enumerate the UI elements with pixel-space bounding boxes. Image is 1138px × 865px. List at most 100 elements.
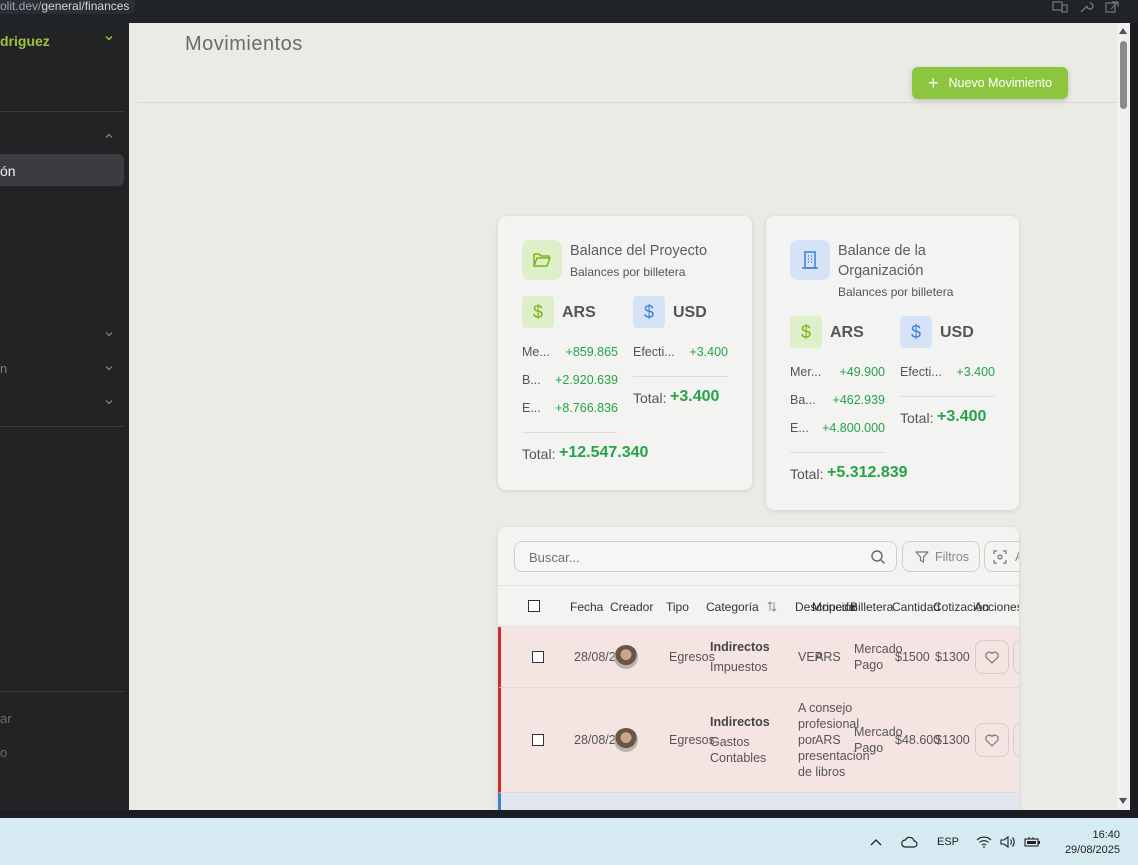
row-checkbox[interactable]	[532, 734, 544, 746]
column-header[interactable]: Tipo	[666, 600, 689, 614]
card-title: Balance de la Organización	[838, 243, 926, 279]
language-indicator[interactable]: ESP	[937, 818, 959, 865]
category-cell: Indirectos	[710, 715, 770, 729]
tray-overflow-button[interactable]	[870, 818, 882, 865]
wrench-icon[interactable]	[1078, 0, 1094, 13]
dollar-icon: $	[522, 296, 554, 328]
external-link-icon[interactable]	[1104, 0, 1120, 13]
favorite-button[interactable]	[975, 640, 1009, 674]
new-movement-button[interactable]: + Nuevo Movimiento	[912, 67, 1068, 99]
sidebar-item-label: ón	[0, 163, 16, 179]
chevron-down-icon[interactable]	[104, 397, 114, 407]
battery-icon[interactable]	[1024, 818, 1042, 865]
total-value: +12.547.340	[559, 444, 649, 461]
scan-button[interactable]: A	[984, 541, 1019, 572]
wallet-name: Efecti...	[900, 365, 942, 379]
table-row[interactable]	[498, 793, 1019, 810]
wallet-value: +859.865	[565, 345, 618, 359]
total-value: +3.400	[937, 408, 987, 425]
card-divider	[790, 452, 885, 453]
chevron-down-icon[interactable]	[104, 33, 114, 43]
wallet-value: +49.900	[839, 365, 885, 379]
wallet-name: E...	[522, 401, 541, 415]
avatar	[614, 728, 638, 752]
sidebar: driguez ón n ar o	[0, 23, 129, 810]
amount-cell: $48.600	[895, 733, 941, 747]
wallet-value: +8.766.836	[555, 401, 618, 415]
filters-button[interactable]: Filtros	[902, 541, 980, 572]
category-cell: Indirectos	[710, 640, 770, 654]
sidebar-divider	[0, 111, 124, 112]
cloud-icon[interactable]	[900, 818, 918, 865]
scrollbar-thumb[interactable]	[1120, 41, 1127, 109]
chevron-down-icon[interactable]	[104, 329, 114, 339]
column-header[interactable]: Fecha	[570, 600, 603, 614]
row-checkbox[interactable]	[532, 651, 544, 663]
wallet-name: Mer...	[790, 365, 822, 379]
browser-topbar: olit.dev/general/finances	[0, 0, 1138, 23]
wallet-value: +3.400	[956, 365, 995, 379]
dollar-icon: $	[633, 296, 665, 328]
wallet-value: +3.400	[689, 345, 728, 359]
sidebar-divider	[0, 691, 124, 692]
column-header[interactable]: Creador	[610, 600, 653, 614]
sidebar-item-label: n	[0, 361, 8, 376]
page-title: Movimientos	[185, 33, 303, 55]
card-title: Balance del Proyecto	[570, 243, 708, 259]
amount-cell: $1500	[895, 650, 930, 664]
chevron-up-icon	[870, 838, 882, 845]
select-all-checkbox[interactable]	[528, 600, 540, 612]
column-header[interactable]: Categoría	[706, 600, 759, 614]
currency-cell: ARS	[815, 733, 841, 747]
user-name[interactable]: driguez	[0, 33, 50, 49]
heart-icon	[985, 651, 999, 664]
scroll-up-arrow[interactable]	[1119, 28, 1127, 34]
wallet-name: Ba...	[790, 393, 816, 407]
devices-icon[interactable]	[1052, 0, 1068, 13]
chevron-down-icon[interactable]	[104, 363, 114, 373]
vertical-scrollbar[interactable]	[1117, 23, 1130, 810]
sort-icon[interactable]	[767, 601, 777, 612]
card-subtitle: Balances por billetera	[570, 265, 686, 279]
scan-label: A	[1015, 550, 1019, 564]
scan-icon	[993, 549, 1007, 564]
wallet-cell: Mercado Pago	[854, 642, 903, 672]
sidebar-bottom-item[interactable]: ar	[0, 711, 12, 726]
folder-icon	[522, 240, 562, 280]
row-action-button[interactable]	[1013, 640, 1019, 674]
currency-name: ARS	[562, 304, 596, 321]
wallet-value: +2.920.639	[555, 373, 618, 387]
table-row[interactable]: 28/08/25 Egresos Indirectos Impuestos VE…	[498, 627, 1019, 688]
movements-table-card: Filtros A Fecha Creador Tipo Categoría D…	[498, 527, 1019, 810]
column-header[interactable]: Acciones	[974, 600, 1019, 614]
search-input[interactable]	[529, 548, 859, 566]
wallet-name: B...	[522, 373, 541, 387]
chevron-up-icon[interactable]	[104, 131, 114, 141]
url-path: general/finances	[41, 0, 130, 13]
wallet-value: +4.800.000	[822, 421, 885, 435]
column-header[interactable]: Billetera	[850, 600, 893, 614]
total-value: +3.400	[670, 388, 720, 405]
search-icon[interactable]	[870, 549, 886, 565]
type-cell: Egresos	[669, 733, 715, 747]
search-box	[514, 541, 897, 572]
currency-name: USD	[940, 324, 974, 341]
card-divider	[633, 376, 728, 377]
wifi-icon[interactable]	[976, 818, 992, 865]
column-header[interactable]: Moneda	[812, 600, 855, 614]
table-row[interactable]: 28/08/25 Egresos Indirectos Gastos Conta…	[498, 688, 1019, 793]
building-icon	[790, 240, 830, 280]
volume-icon[interactable]	[1000, 818, 1016, 865]
clock[interactable]: 16:40 29/08/2025	[1058, 828, 1120, 858]
dollar-icon: $	[790, 316, 822, 348]
card-divider	[522, 432, 617, 433]
sidebar-item-active[interactable]	[0, 154, 124, 186]
favorite-button[interactable]	[975, 723, 1009, 757]
scroll-down-arrow[interactable]	[1119, 798, 1127, 804]
avatar	[614, 645, 638, 669]
taskbar: ESP 16:40 29/08/2025	[0, 818, 1138, 865]
sidebar-bottom-item[interactable]: o	[0, 745, 7, 760]
row-action-button[interactable]	[1013, 723, 1019, 757]
rate-cell: $1300	[935, 650, 970, 664]
address-bar[interactable]: olit.dev/general/finances	[0, 0, 136, 14]
